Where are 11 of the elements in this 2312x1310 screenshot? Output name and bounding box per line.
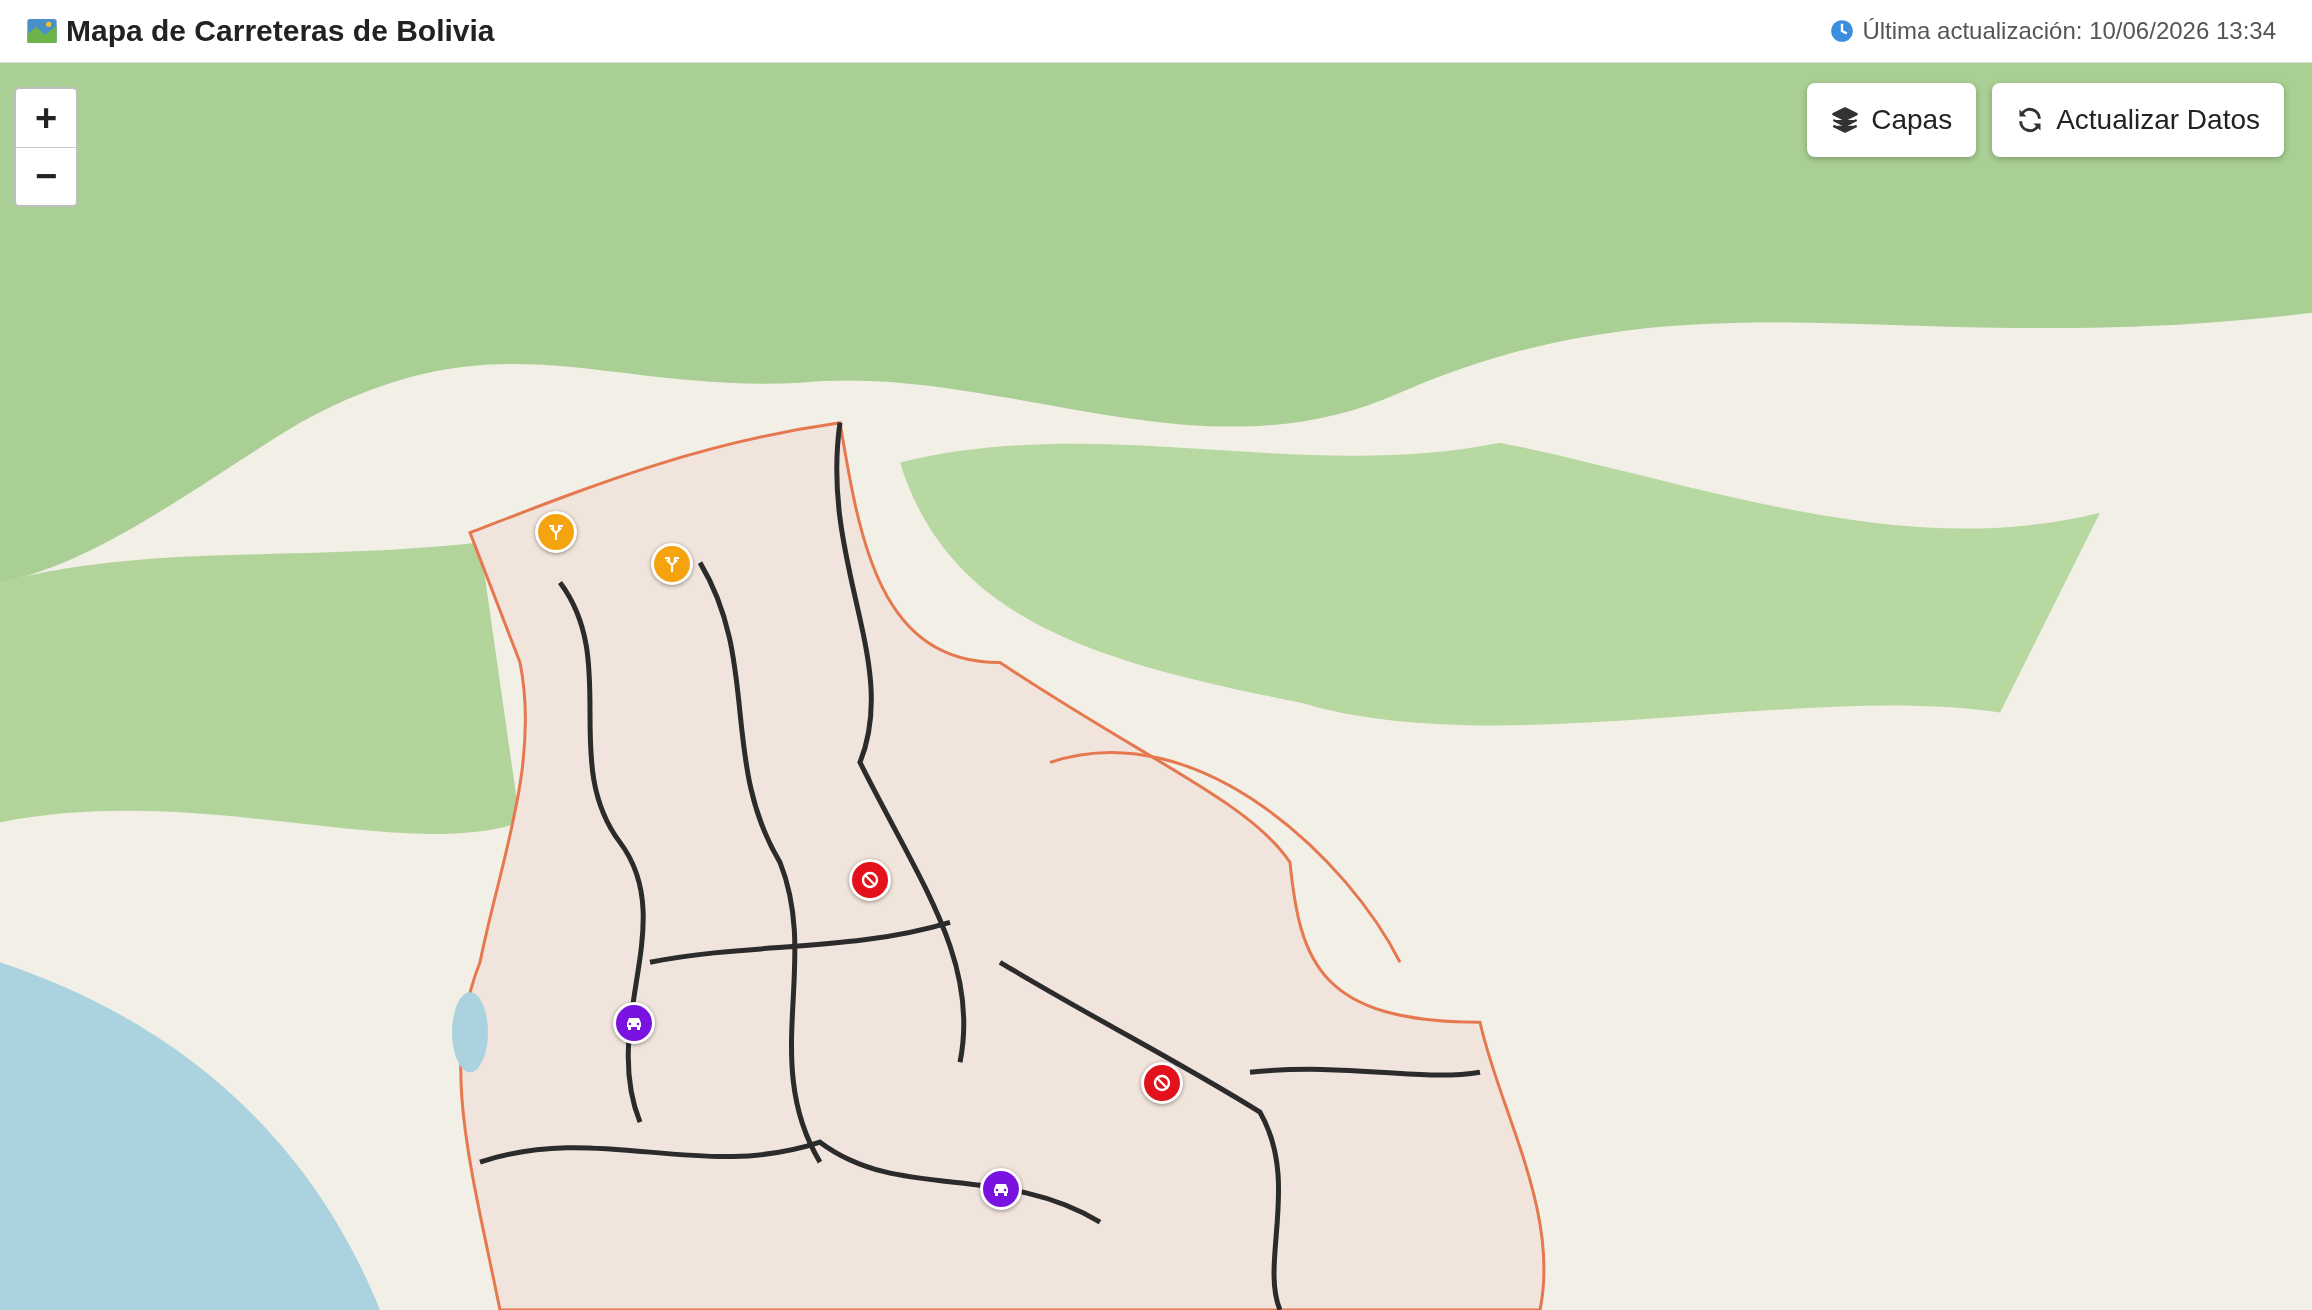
clock-icon [1830,19,1855,43]
fork-arrow-icon [662,554,682,574]
last-update-text: Última actualización: 10/06/2026 13:34 [1862,17,2276,45]
page-title: Mapa de Carreteras de Bolivia [66,14,495,48]
fork-arrow-icon [546,522,566,542]
no-entry-icon [860,870,880,890]
refresh-button[interactable]: Actualizar Datos [1992,83,2284,157]
layers-button[interactable]: Capas [1807,83,1977,157]
layers-icon [1831,106,1860,134]
no-entry-icon [1152,1073,1172,1093]
zoom-out-button[interactable]: − [16,147,76,205]
